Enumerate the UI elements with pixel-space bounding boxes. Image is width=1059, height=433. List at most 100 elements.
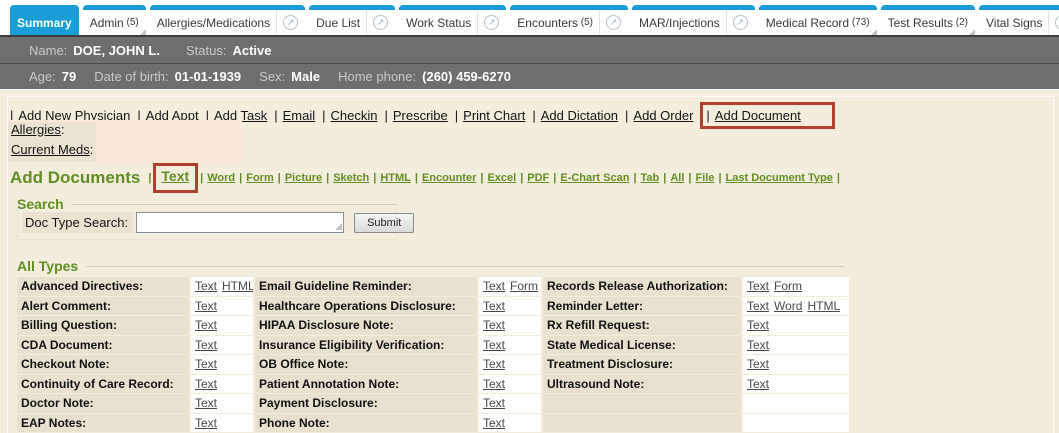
colon: :: [90, 142, 94, 157]
doc-type-name: CDA Document:: [17, 336, 189, 355]
tab-medical-record[interactable]: Medical Record (73): [759, 5, 877, 35]
doc-type-name: Records Release Authorization:: [543, 277, 741, 296]
open-as-text-link[interactable]: Text: [195, 338, 217, 352]
search-row: Doc Type Search: Submit: [22, 212, 414, 233]
doc-type-link-cell: Text: [191, 394, 253, 413]
doc-type-file[interactable]: File: [695, 172, 714, 184]
doc-type-text[interactable]: Text: [161, 168, 189, 184]
patient-name: DOE, JOHN L.: [73, 43, 160, 58]
open-as-text-link[interactable]: Text: [195, 416, 217, 430]
doc-type-name: HIPAA Disclosure Note:: [255, 316, 477, 335]
doc-type-tab[interactable]: Tab: [641, 172, 660, 184]
separator: |: [278, 172, 281, 184]
open-as-text-link[interactable]: Text: [483, 318, 505, 332]
tab-mar-injections[interactable]: MAR/Injections↗: [632, 5, 755, 35]
patient-age: 79: [62, 69, 76, 84]
open-as-word-link[interactable]: Word: [774, 299, 802, 313]
open-new-window-icon[interactable]: ↗: [599, 10, 621, 35]
action-add-dictation[interactable]: Add Dictation: [541, 108, 618, 123]
tab-due-list[interactable]: Due List↗: [309, 5, 395, 35]
doc-type-e-chart-scan[interactable]: E-Chart Scan: [560, 172, 629, 184]
open-as-text-link[interactable]: Text: [195, 318, 217, 332]
open-as-text-link[interactable]: Text: [483, 396, 505, 410]
all-types-title: All Types: [17, 258, 78, 274]
dropdown-corner-icon: [969, 29, 975, 35]
doc-type-name: Checkout Note:: [17, 355, 189, 374]
colon: :: [61, 122, 65, 137]
separator: |: [326, 172, 329, 184]
tab-summary[interactable]: Summary: [10, 5, 79, 35]
doc-type-name: Billing Question:: [17, 316, 189, 335]
open-as-text-link[interactable]: Text: [483, 416, 505, 430]
tab-encounters[interactable]: Encounters (5)↗: [510, 5, 628, 35]
action-checkin[interactable]: Checkin: [331, 108, 378, 123]
main-content: |Add New Physician|Add Appt|Add Task|Ema…: [0, 90, 1059, 433]
open-new-window-icon[interactable]: ↗: [366, 10, 388, 35]
highlight-box-text: Text: [153, 163, 198, 193]
separator: |: [663, 172, 666, 184]
open-as-form-link[interactable]: Form: [510, 279, 538, 293]
doc-type-all[interactable]: All: [670, 172, 684, 184]
doc-type-pdf[interactable]: PDF: [527, 172, 549, 184]
open-as-text-link[interactable]: Text: [747, 318, 769, 332]
doc-type-link-cell: Text: [479, 414, 541, 433]
doc-type-form[interactable]: Form: [246, 172, 274, 184]
open-as-html-link[interactable]: HTML: [807, 299, 840, 313]
open-as-text-link[interactable]: Text: [483, 299, 505, 313]
tab-vital-signs[interactable]: Vital Signs↗: [979, 5, 1059, 35]
open-new-window-icon[interactable]: ↗: [726, 10, 748, 35]
doc-type-html[interactable]: HTML: [380, 172, 411, 184]
doc-type-search-input[interactable]: [136, 212, 344, 233]
add-documents-title: Add Documents: [10, 168, 140, 188]
current-meds-value: [96, 142, 242, 162]
doc-type-picture[interactable]: Picture: [285, 172, 322, 184]
open-as-text-link[interactable]: Text: [195, 377, 217, 391]
action-email[interactable]: Email: [283, 108, 316, 123]
doc-type-word[interactable]: Word: [207, 172, 235, 184]
current-meds-link[interactable]: Current Meds: [11, 142, 90, 157]
open-as-text-link[interactable]: Text: [195, 357, 217, 371]
doc-type-name: Treatment Disclosure:: [543, 355, 741, 374]
doc-type-link-cell: [743, 414, 849, 433]
open-as-text-link[interactable]: Text: [747, 338, 769, 352]
open-as-text-link[interactable]: Text: [483, 377, 505, 391]
tab-work-status[interactable]: Work Status↗: [399, 5, 506, 35]
open-as-text-link[interactable]: Text: [483, 338, 505, 352]
open-as-text-link[interactable]: Text: [483, 279, 505, 293]
open-as-text-link[interactable]: Text: [747, 357, 769, 371]
doc-type-link-cell: Text: [191, 414, 253, 433]
action-prescribe[interactable]: Prescribe: [393, 108, 448, 123]
tab-allergies-medications[interactable]: Allergies/Medications↗: [150, 5, 305, 35]
tab-admin[interactable]: Admin (5): [83, 5, 146, 35]
submit-button[interactable]: Submit: [354, 213, 414, 233]
open-as-text-link[interactable]: Text: [195, 299, 217, 313]
action-add-document[interactable]: Add Document: [715, 108, 801, 123]
action-print-chart[interactable]: Print Chart: [463, 108, 525, 123]
open-as-text-link[interactable]: Text: [483, 357, 505, 371]
separator: |: [837, 172, 840, 184]
open-new-window-icon[interactable]: ↗: [276, 10, 298, 35]
doc-type-encounter[interactable]: Encounter: [422, 172, 476, 184]
tab-count-badge: (5): [124, 17, 139, 28]
doc-type-sketch[interactable]: Sketch: [333, 172, 369, 184]
open-as-form-link[interactable]: Form: [774, 279, 802, 293]
open-as-text-link[interactable]: Text: [195, 279, 217, 293]
open-as-text-link[interactable]: Text: [195, 396, 217, 410]
allergies-link[interactable]: Allergies: [11, 122, 61, 137]
open-as-text-link[interactable]: Text: [747, 299, 769, 313]
open-as-text-link[interactable]: Text: [747, 279, 769, 293]
doc-type-excel[interactable]: Excel: [487, 172, 516, 184]
divider-line: [86, 266, 845, 267]
separator: |: [625, 108, 628, 123]
open-new-window-icon[interactable]: ↗: [1048, 10, 1059, 35]
doc-type-name: OB Office Note:: [255, 355, 477, 374]
tab-test-results[interactable]: Test Results (2): [881, 5, 975, 35]
open-as-text-link[interactable]: Text: [747, 377, 769, 391]
separator: |: [200, 172, 203, 184]
tab-label: Test Results: [888, 16, 953, 30]
open-new-window-icon[interactable]: ↗: [477, 10, 499, 35]
action-add-order[interactable]: Add Order: [633, 108, 693, 123]
doc-type-last-document-type[interactable]: Last Document Type: [726, 172, 833, 184]
open-as-html-link[interactable]: HTML: [222, 279, 253, 293]
add-documents-header: Add Documents | Text | Word | Form | Picture | Sk…: [10, 163, 844, 193]
